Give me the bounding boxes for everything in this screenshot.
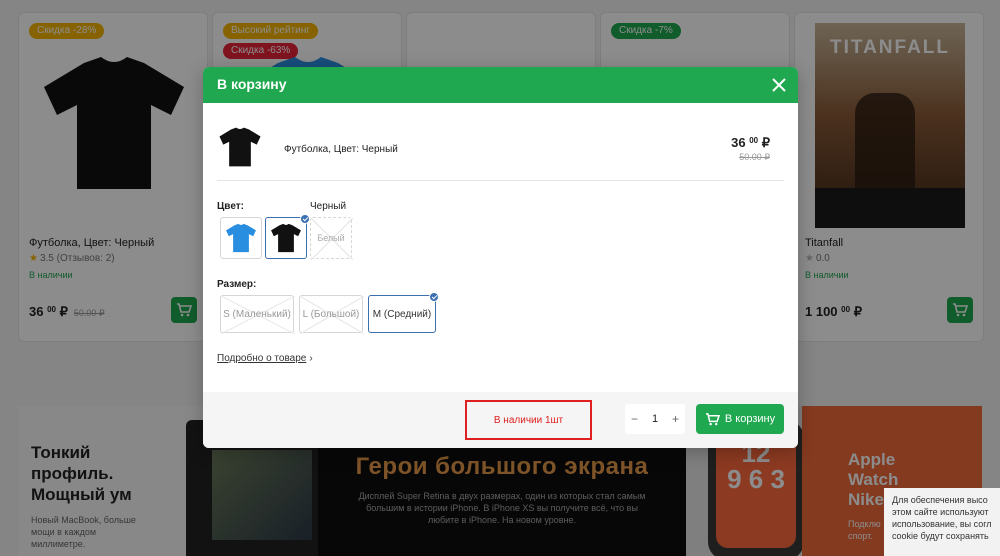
decrease-button[interactable]: − [631, 412, 638, 426]
stock-availability: В наличии 1шт [465, 400, 592, 440]
tshirt-black-icon [271, 223, 301, 253]
color-option-blue[interactable] [220, 217, 262, 259]
item-old-price: 50.00 ₽ [739, 152, 770, 162]
check-icon [429, 292, 439, 302]
color-option-black[interactable] [265, 214, 310, 259]
product-details-link[interactable]: Подробно о товаре › [217, 353, 313, 364]
tshirt-blue-icon [226, 223, 256, 253]
add-to-cart-button[interactable]: В корзину [696, 404, 784, 434]
size-option-s[interactable]: S (Маленький) [220, 295, 295, 334]
quantity-value[interactable]: 1 [652, 413, 658, 425]
size-option-m[interactable]: M (Средний) [368, 292, 439, 333]
increase-button[interactable]: + [672, 412, 679, 426]
close-button[interactable] [770, 76, 788, 94]
item-price: 36 00 ₽ [731, 135, 770, 150]
add-to-cart-modal: В корзину Футболка, Цвет: Черный 36 00 ₽… [203, 67, 798, 448]
item-name: Футболка, Цвет: Черный [284, 144, 398, 155]
cart-icon [705, 412, 720, 425]
selected-color: Черный [310, 201, 347, 212]
size-option-l[interactable]: L (Большой) [299, 295, 364, 334]
color-label: Цвет: [217, 201, 244, 212]
color-option-white[interactable]: Белый [310, 217, 353, 260]
modal-title: В корзину [217, 76, 287, 92]
cart-item: Футболка, Цвет: Черный 36 00 ₽ 50.00 ₽ [217, 119, 784, 181]
modal-footer: В наличии 1шт − 1 + В корзину [203, 392, 798, 448]
cookie-notice: Для обеспечения высо этом сайте использу… [884, 488, 1000, 556]
chevron-right-icon: › [309, 353, 313, 364]
close-icon [772, 78, 786, 92]
color-option-label: Белый [317, 233, 345, 243]
modal-header: В корзину [203, 67, 798, 103]
check-icon [300, 214, 310, 224]
quantity-stepper: − 1 + [625, 404, 685, 434]
size-label: Размер: [217, 279, 257, 290]
item-thumbnail [217, 121, 263, 173]
